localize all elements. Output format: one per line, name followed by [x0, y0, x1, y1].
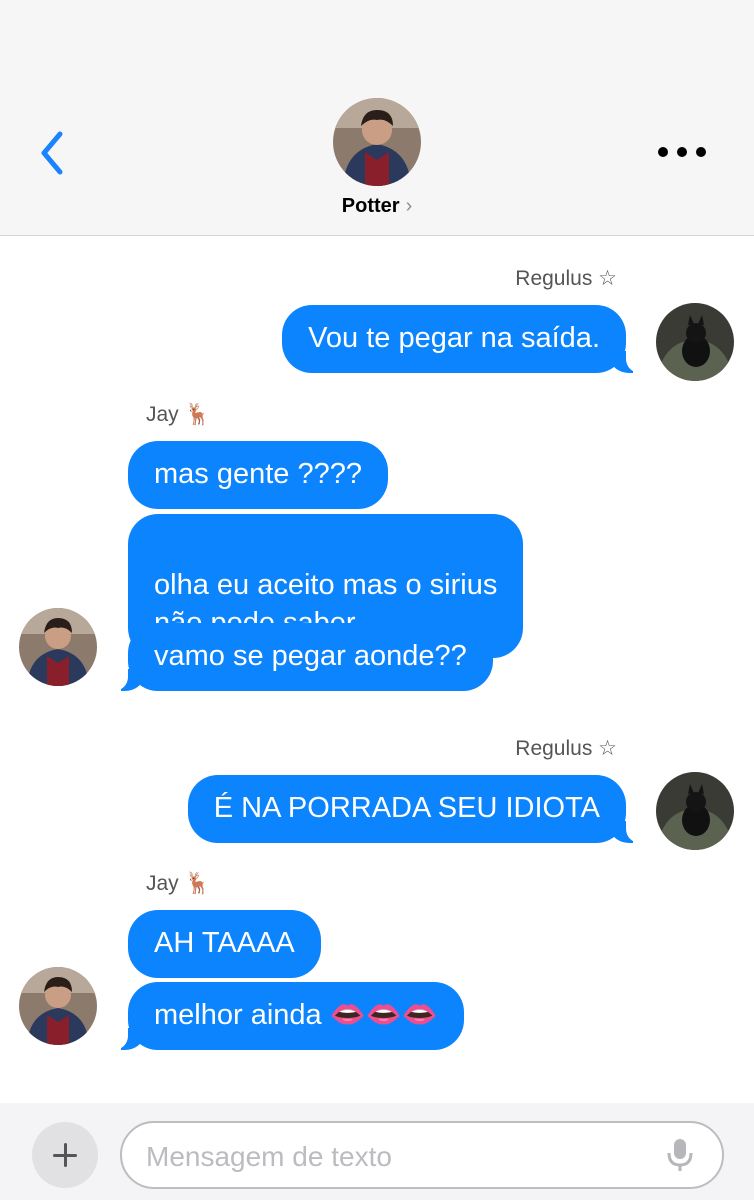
sender-avatar-jay [19, 608, 97, 686]
sender-name: Regulus ☆ [515, 737, 617, 760]
message-text: mas gente ???? [154, 458, 362, 490]
message-bubble-incoming[interactable]: mas gente ???? [128, 441, 388, 509]
message-bubble-incoming[interactable]: AH TAAAA [128, 910, 321, 978]
conversation-header: Potter › [0, 0, 754, 236]
sender-avatar-regulus [656, 303, 734, 381]
message-bubble-outgoing[interactable]: É NA PORRADA SEU IDIOTA [187, 775, 645, 843]
sender-name: Regulus ☆ [515, 267, 617, 290]
message-text: vamo se pegar aonde?? [154, 640, 467, 672]
message-bubble-incoming[interactable]: melhor ainda 👄👄👄 [109, 982, 465, 1050]
contact-name: Potter [341, 195, 400, 217]
back-chevron-icon[interactable] [34, 128, 70, 178]
sender-name: Jay 🦌 [146, 872, 211, 895]
microphone-icon[interactable] [664, 1137, 696, 1173]
message-text: Vou te pegar na saída. [308, 322, 600, 354]
sender-avatar-regulus [656, 772, 734, 850]
message-bubble-outgoing[interactable]: Vou te pegar na saída. [282, 305, 644, 373]
more-options-icon[interactable] [654, 138, 710, 166]
message-bubble-incoming[interactable]: vamo se pegar aonde?? [110, 623, 493, 691]
message-text: AH TAAAA [154, 927, 295, 959]
message-text: melhor ainda 👄👄👄 [154, 999, 439, 1031]
sender-name: Jay 🦌 [146, 403, 211, 426]
sender-avatar-jay [19, 967, 97, 1045]
message-input[interactable]: Mensagem de texto [120, 1121, 724, 1189]
contact-name-button[interactable]: Potter › [0, 195, 754, 218]
message-text: É NA PORRADA SEU IDIOTA [213, 792, 600, 824]
contact-avatar[interactable] [333, 98, 421, 186]
plus-icon[interactable] [32, 1122, 98, 1188]
message-composer: Mensagem de texto [0, 1103, 754, 1200]
chevron-right-icon: › [405, 195, 413, 217]
message-input-placeholder: Mensagem de texto [146, 1141, 392, 1172]
